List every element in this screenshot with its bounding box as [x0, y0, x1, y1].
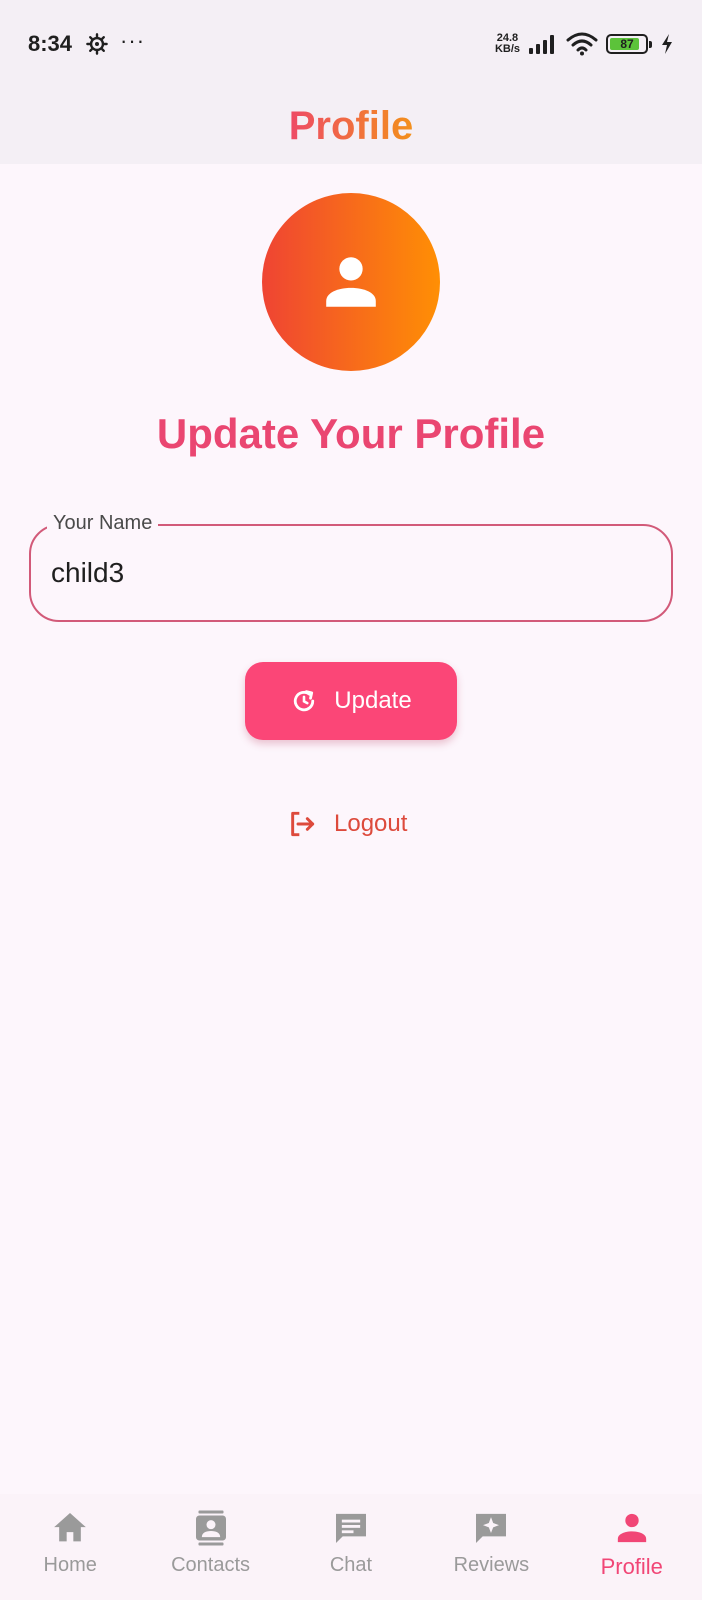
- nav-item-reviews[interactable]: Reviews: [426, 1494, 556, 1577]
- name-field[interactable]: Your Name: [29, 512, 673, 622]
- network-speed: 24.8 KB/s: [495, 33, 520, 55]
- update-button[interactable]: Update: [245, 662, 457, 740]
- nav-label-contacts: Contacts: [171, 1554, 251, 1576]
- battery-icon: 87: [606, 34, 652, 54]
- screen: 8:34 ··· 24.8 KB/s 87 Profile Update You…: [0, 0, 702, 1600]
- wifi-icon: [566, 32, 598, 56]
- section-heading: Update Your Profile: [156, 410, 546, 457]
- nav-item-contacts[interactable]: Contacts: [146, 1494, 276, 1577]
- nav-label-home: Home: [43, 1554, 97, 1576]
- bottom-nav: Home Contacts Chat Reviews Profile: [0, 1494, 702, 1600]
- battery-cap: [649, 41, 652, 48]
- app-bar: Profile: [0, 88, 702, 164]
- update-button-label: Update: [334, 687, 412, 714]
- network-speed-unit: KB/s: [494, 43, 520, 55]
- charging-bolt-icon: [662, 34, 672, 54]
- status-bar: 8:34 ··· 24.8 KB/s 87: [0, 0, 702, 88]
- nav-label-profile: Profile: [600, 1554, 663, 1579]
- page-title: Profile: [288, 103, 414, 148]
- reviews-icon: [476, 1513, 507, 1543]
- logout-button[interactable]: Logout: [280, 800, 413, 848]
- person-icon: [326, 257, 376, 307]
- chat-icon: [335, 1513, 366, 1543]
- refresh-icon: [294, 690, 315, 712]
- battery-level: 87: [620, 37, 634, 51]
- avatar: [262, 193, 440, 371]
- nav-item-chat[interactable]: Chat: [286, 1494, 416, 1577]
- home-icon: [54, 1513, 87, 1542]
- nav-label-chat: Chat: [329, 1554, 373, 1576]
- nav-label-reviews: Reviews: [453, 1554, 530, 1576]
- signal-icon: [529, 35, 554, 54]
- person-icon: [617, 1513, 646, 1543]
- nav-item-home[interactable]: Home: [5, 1494, 135, 1577]
- status-indicators: 24.8 KB/s 87: [495, 32, 674, 56]
- name-input[interactable]: [51, 526, 651, 620]
- status-time: 8:34: [28, 31, 73, 56]
- logout-label: Logout: [334, 810, 408, 837]
- nav-item-profile[interactable]: Profile: [567, 1494, 697, 1580]
- logout-icon: [291, 811, 315, 837]
- contacts-icon: [195, 1510, 226, 1546]
- more-notifications-icon: ···: [120, 28, 146, 53]
- settings-gear-icon: [86, 33, 108, 55]
